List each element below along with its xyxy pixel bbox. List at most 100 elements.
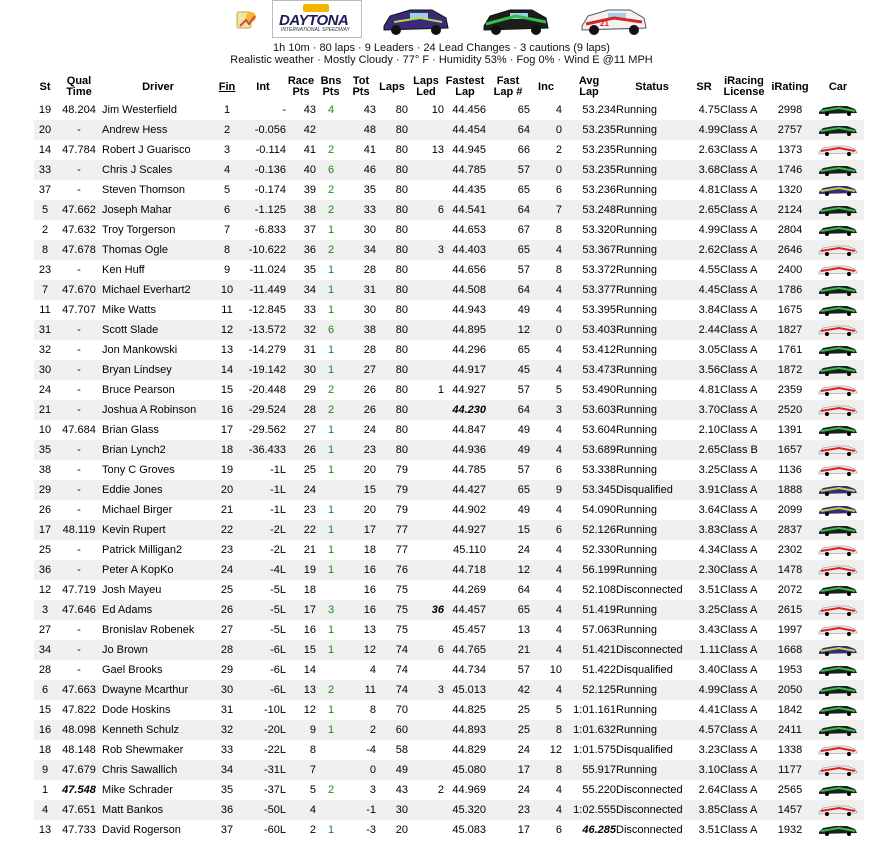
cell-tot: 20	[363, 504, 376, 516]
col-bns-pts[interactable]: Bns Pts	[316, 74, 346, 100]
results-header: DAYTONA INTERNATIONAL SPEEDWAY 21	[0, 0, 883, 42]
col-int[interactable]: Int	[240, 74, 286, 100]
col-fastest-lap[interactable]: Fastest Lap	[444, 74, 486, 100]
cell-race: 2	[309, 824, 316, 836]
cell-led: 6	[408, 640, 444, 660]
cell-lic: Class A	[720, 464, 758, 476]
col-inc[interactable]: Inc	[530, 74, 562, 100]
col-tot-pts[interactable]: Tot Pts	[346, 74, 376, 100]
cell-fastnum: 42	[486, 680, 530, 700]
cell-tot: 27	[346, 360, 376, 380]
cell-int: -20.448	[248, 384, 286, 396]
cell-fastest: 44.765	[444, 640, 486, 660]
cell-laps: 80	[395, 224, 408, 236]
col-fast-lap-num[interactable]: Fast Lap #	[486, 74, 530, 100]
cell-fastnum: 65	[486, 480, 530, 500]
weather-icon	[236, 11, 256, 29]
car-purple-icon	[812, 640, 864, 660]
cell-fin: 17	[220, 424, 234, 436]
cell-led	[408, 700, 444, 720]
cell-st: 10	[38, 424, 52, 436]
cell-laps: 80	[395, 384, 408, 396]
cell-avg: 53.377	[562, 280, 616, 300]
cell-bns: 1	[327, 624, 335, 636]
cell-driver: Kevin Rupert	[102, 520, 214, 540]
col-qual[interactable]: Qual Time	[56, 74, 102, 100]
cell-avg: 51.422	[582, 664, 616, 676]
cell-fin: 34	[214, 760, 240, 780]
cell-qual: 47.719	[62, 584, 96, 596]
cell-led	[408, 800, 444, 820]
cell-tot: 33	[346, 200, 376, 220]
cell-int: -0.136	[240, 160, 286, 180]
cell-fastnum: 49	[486, 440, 530, 460]
cell-race: 33	[303, 304, 316, 316]
cell-sr: 3.25	[688, 600, 720, 620]
col-status[interactable]: Status	[616, 74, 688, 100]
cell-laps: 74	[395, 664, 408, 676]
cell-tot: 41	[363, 144, 376, 156]
cell-avg: 53.412	[582, 344, 616, 356]
cell-st: 4	[34, 800, 56, 820]
col-driver[interactable]: Driver	[102, 74, 214, 100]
cell-tot: 26	[363, 384, 376, 396]
cell-avg: 53.395	[582, 304, 616, 316]
cell-fastest: 44.969	[452, 784, 486, 796]
col-fin[interactable]: Fin	[214, 74, 240, 100]
cell-int: -36.433	[240, 440, 286, 460]
cell-sr: 4.55	[698, 264, 720, 276]
cell-laps: 80	[395, 264, 408, 276]
cell-inc: 4	[555, 304, 562, 316]
table-row: 9 47.679 Chris Sawallich 34 -31L 7 0 49 45.080 17…	[34, 760, 864, 780]
cell-bns: 2	[316, 680, 346, 700]
cell-lic: Class A	[720, 480, 768, 500]
cell-laps: 80	[395, 424, 408, 436]
cell-status: Disqualified	[616, 480, 688, 500]
col-race-pts[interactable]: Race Pts	[286, 74, 316, 100]
cell-status: Running	[616, 160, 688, 180]
col-car[interactable]: Car	[812, 74, 864, 100]
cell-race: 35	[303, 264, 316, 276]
svg-text:21: 21	[600, 19, 609, 28]
cell-status: Running	[616, 200, 688, 220]
col-license[interactable]: iRacing License	[720, 74, 768, 100]
cell-driver: Thomas Ogle	[102, 240, 214, 260]
col-st[interactable]: St	[34, 74, 56, 100]
table-row: 29- Eddie Jones 20 -1L 24 15 79 44.427 65 9 53.345…	[34, 480, 864, 500]
cell-status: Running	[616, 224, 657, 236]
cell-driver: Jo Brown	[102, 640, 214, 660]
cell-fastnum: 57	[517, 384, 530, 396]
cell-fastnum: 65	[517, 184, 530, 196]
cell-fastest: 44.917	[444, 360, 486, 380]
col-laps[interactable]: Laps	[376, 74, 408, 100]
cell-led	[408, 760, 444, 780]
col-laps-led[interactable]: Laps Led	[408, 74, 444, 100]
col-irating[interactable]: iRating	[768, 74, 812, 100]
cell-race: 15	[286, 640, 316, 660]
cell-fin: 13	[220, 344, 234, 356]
cell-int: -5L	[240, 600, 286, 620]
cell-tot: 8	[369, 704, 376, 716]
cell-fastest: 44.734	[452, 664, 486, 676]
cell-tot: 18	[363, 544, 376, 556]
cell-ir: 1373	[777, 144, 803, 156]
col-sr[interactable]: SR	[688, 74, 720, 100]
cell-bns: 2	[327, 784, 335, 796]
cell-driver: Jon Mankowski	[102, 344, 178, 356]
cell-qual: -	[56, 440, 102, 460]
cell-inc: 2	[555, 144, 562, 156]
col-avg-lap[interactable]: Avg Lap	[562, 74, 616, 100]
table-row: 3 47.646 Ed Adams 26 -5L 17 3 16 75 36 44.457 65 4 51…	[34, 600, 864, 620]
cell-race: 26	[286, 440, 316, 460]
cell-ir: 1320	[777, 184, 803, 196]
cell-race: 24	[286, 480, 316, 500]
cell-led	[408, 180, 444, 200]
cell-bns: 2	[327, 184, 335, 196]
cell-bns	[316, 760, 346, 780]
cell-bns: 1	[316, 560, 346, 580]
cell-ir: 1761	[777, 344, 803, 356]
cell-bns	[316, 800, 346, 820]
cell-avg: 1:01.161	[573, 704, 616, 716]
cell-tot: 16	[363, 584, 376, 596]
cell-fastest: 44.656	[452, 264, 486, 276]
